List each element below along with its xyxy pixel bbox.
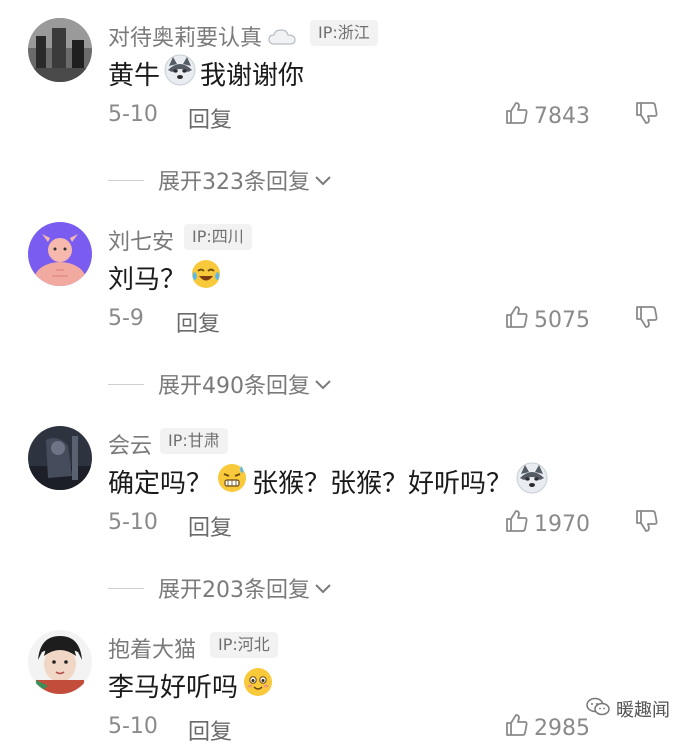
comment-date: 5-10	[108, 510, 158, 535]
comment-item: 刘七安 IP:四川 刘马？ 5-9 回复 5075 展开490条回复	[0, 204, 690, 408]
comment-item: 对待奥莉要认真 IP:浙江 黄牛 我谢谢你 5-10 回复 7843 展开323…	[0, 0, 690, 204]
thumbs-up-icon	[504, 100, 534, 132]
ip-location-badge: IP:河北	[210, 632, 278, 658]
like-button[interactable]: 2985	[504, 712, 590, 744]
expand-replies-button[interactable]: 展开323条回复	[108, 164, 332, 196]
comment-text: 李马好听吗	[108, 666, 278, 705]
watermark: 暖趣闻	[586, 696, 670, 722]
thumbs-down-icon	[634, 306, 660, 334]
expand-replies-button[interactable]: 展开203条回复	[108, 572, 332, 604]
avatar[interactable]	[28, 18, 92, 82]
comment-item: 会云 IP:甘肃 确定吗？ 张猴？张猴？好听吗？ 5-10 回复 1970 展开…	[0, 408, 690, 612]
chevron-down-icon	[314, 576, 332, 601]
cloud-icon	[268, 27, 296, 52]
like-count: 7843	[534, 103, 590, 129]
like-count: 1970	[534, 511, 590, 537]
husky-emoji-icon	[516, 462, 548, 501]
dislike-button[interactable]	[634, 508, 660, 538]
chevron-down-icon	[314, 168, 332, 193]
comment-date: 5-9	[108, 306, 144, 331]
thumbs-up-icon	[504, 304, 534, 336]
divider-line	[108, 383, 144, 385]
expand-replies-button[interactable]: 展开490条回复	[108, 368, 332, 400]
like-button[interactable]: 7843	[504, 100, 590, 132]
reply-button[interactable]: 回复	[188, 510, 232, 542]
dislike-button[interactable]	[634, 100, 660, 130]
divider-line	[108, 179, 144, 181]
avatar[interactable]	[28, 426, 92, 490]
like-button[interactable]: 1970	[504, 508, 590, 540]
wechat-logo-icon	[586, 697, 610, 722]
username[interactable]: 抱着大猫	[108, 632, 196, 664]
like-button[interactable]: 5075	[504, 304, 590, 336]
reply-button[interactable]: 回复	[188, 102, 232, 134]
husky-emoji-icon	[164, 54, 196, 93]
username[interactable]: 会云	[108, 428, 152, 460]
ip-location-badge: IP:四川	[184, 224, 252, 250]
chevron-down-icon	[314, 372, 332, 397]
avatar[interactable]	[28, 222, 92, 286]
ip-location-badge: IP:甘肃	[160, 428, 228, 454]
thumbs-down-icon	[634, 102, 660, 130]
dislike-button[interactable]	[634, 304, 660, 334]
reply-button[interactable]: 回复	[188, 714, 232, 746]
nervous-grin-emoji-icon	[216, 462, 248, 501]
thumbs-up-icon	[504, 712, 534, 744]
avatar[interactable]	[28, 630, 92, 694]
watermark-text: 暖趣闻	[616, 700, 670, 721]
username[interactable]: 刘七安	[108, 224, 174, 256]
thumbs-up-icon	[504, 508, 534, 540]
laughing-crying-emoji-icon	[190, 258, 222, 297]
comment-text: 确定吗？ 张猴？张猴？好听吗？	[108, 462, 552, 501]
comment-text: 刘马？	[108, 258, 226, 297]
blushing-smile-emoji-icon	[242, 666, 274, 705]
thumbs-down-icon	[634, 510, 660, 538]
like-count: 5075	[534, 307, 590, 333]
reply-button[interactable]: 回复	[176, 306, 220, 338]
username[interactable]: 对待奥莉要认真	[108, 20, 296, 52]
comment-date: 5-10	[108, 102, 158, 127]
ip-location-badge: IP:浙江	[310, 20, 378, 46]
comment-date: 5-10	[108, 714, 158, 739]
divider-line	[108, 587, 144, 589]
comment-text: 黄牛 我谢谢你	[108, 54, 304, 93]
